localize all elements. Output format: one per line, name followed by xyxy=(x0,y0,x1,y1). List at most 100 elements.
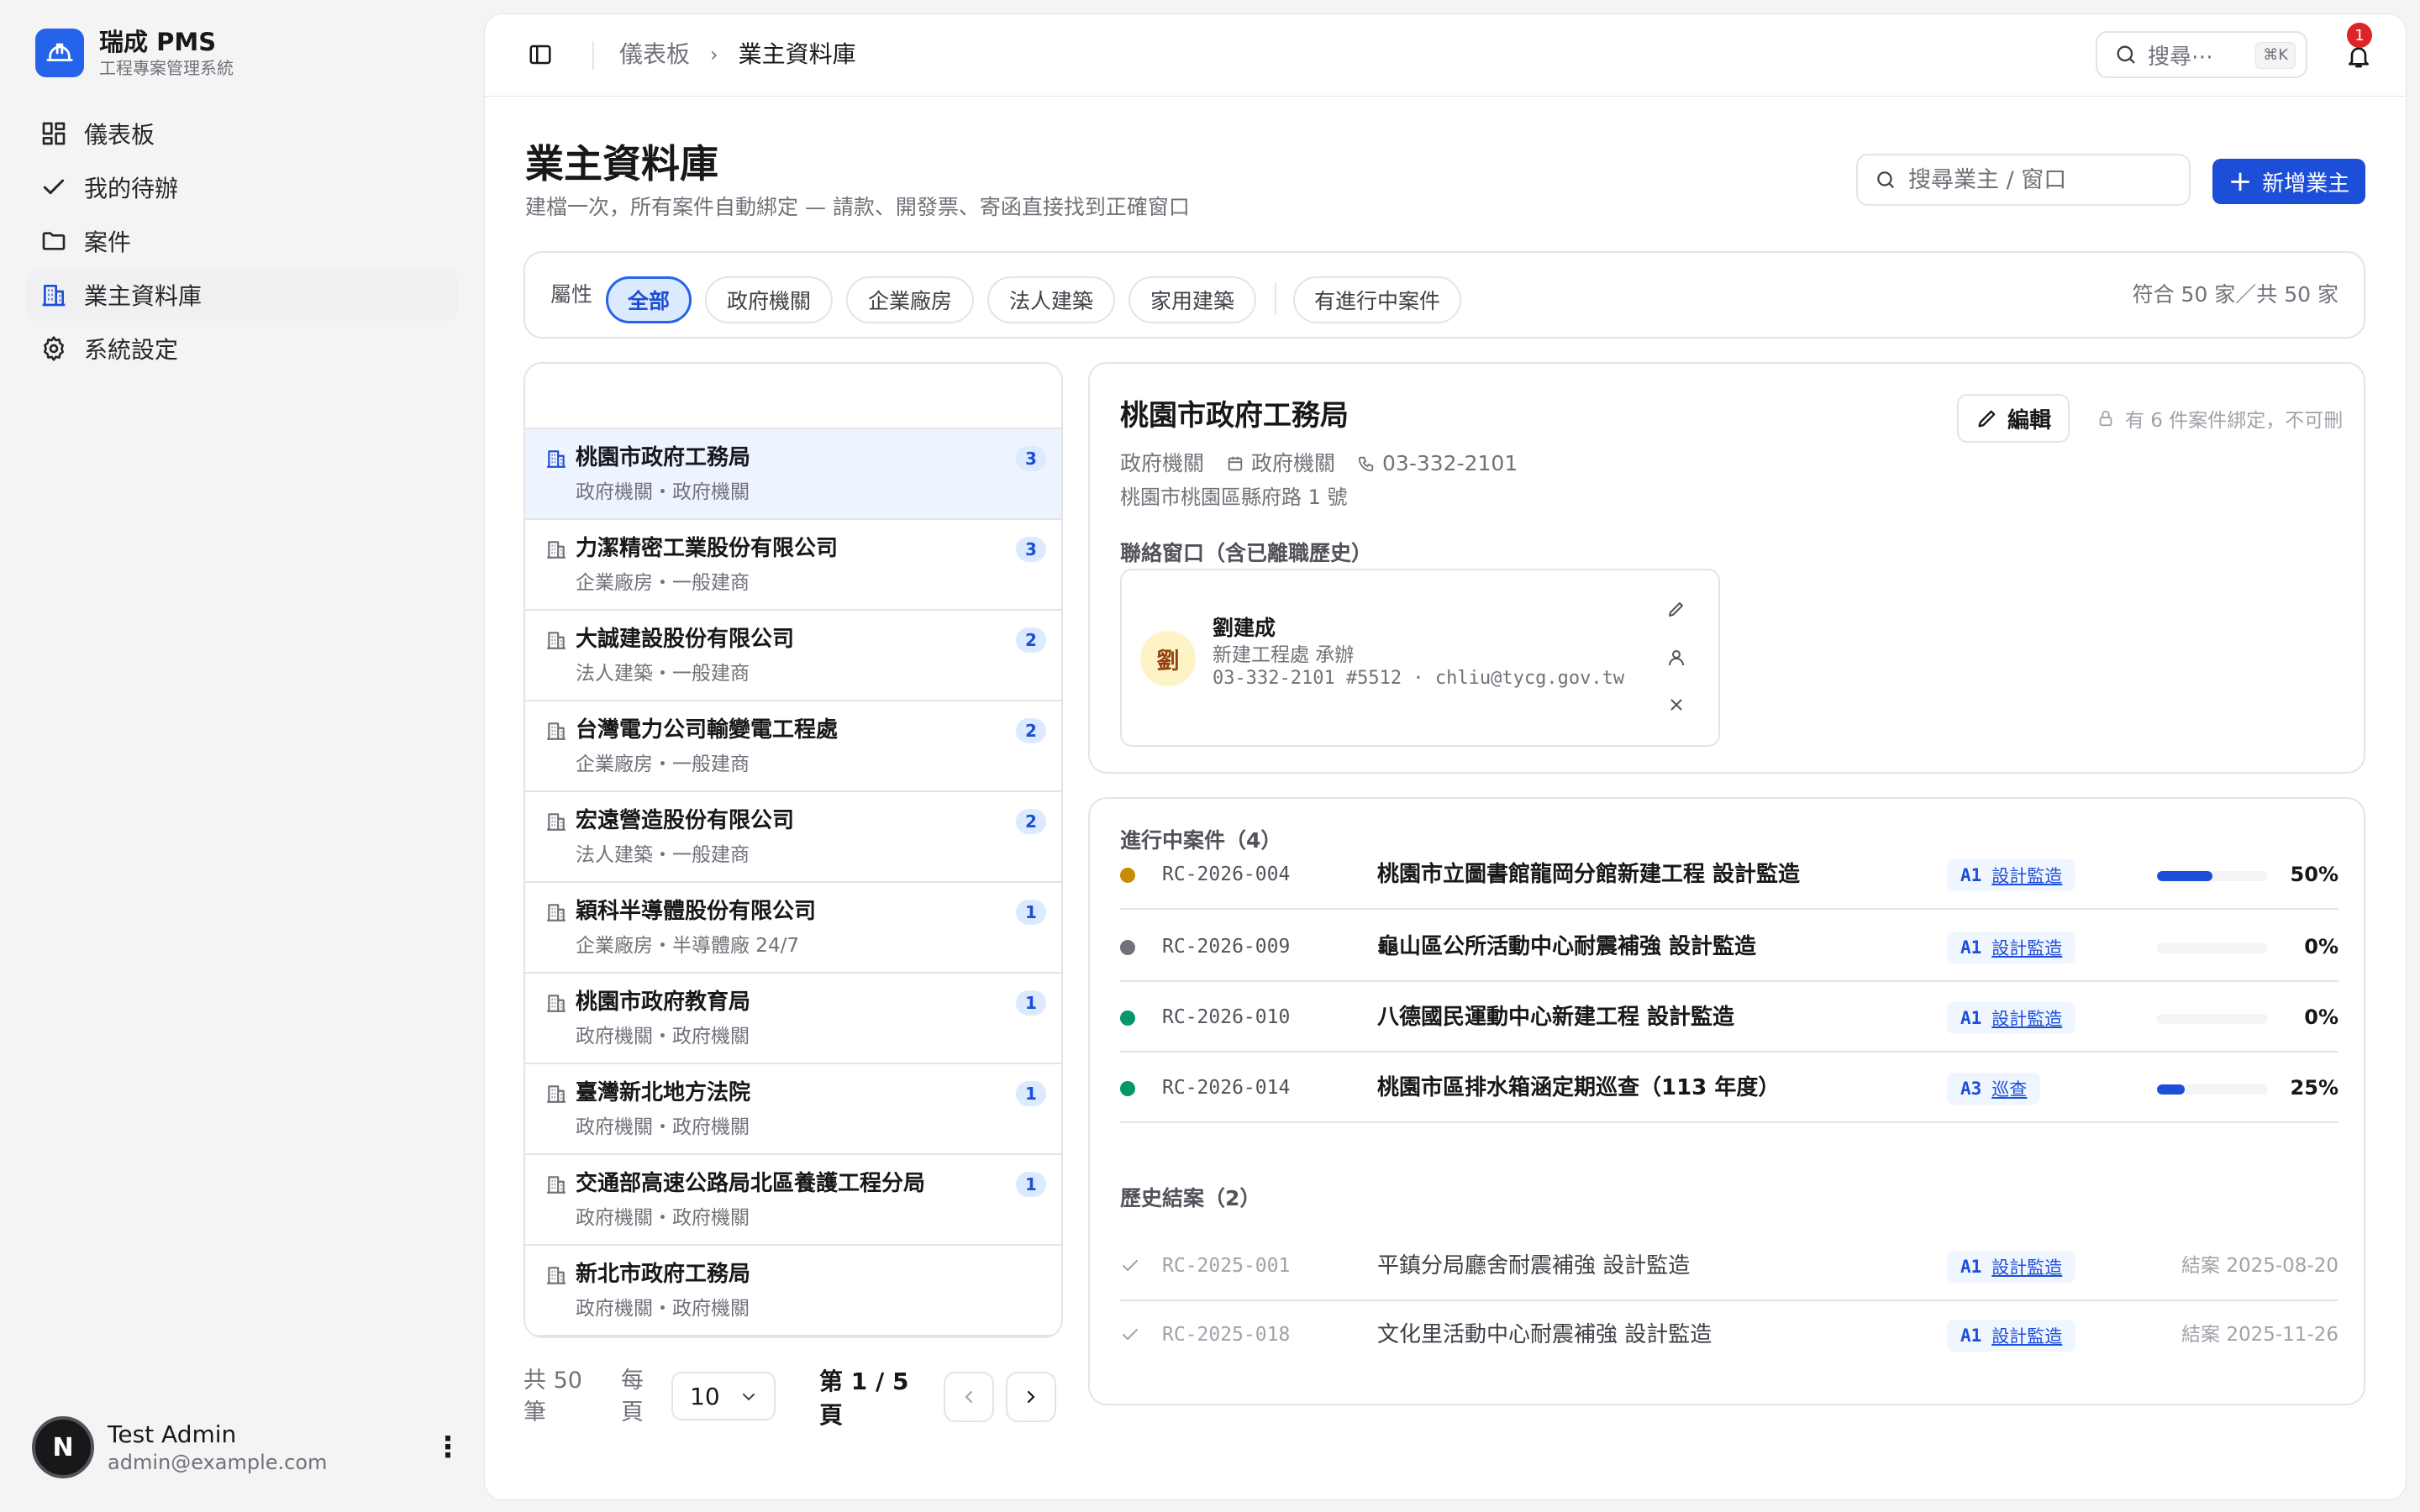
owner-address: 桃園市桃園區縣府路 1 號 xyxy=(1120,486,1348,509)
pencil-icon xyxy=(1669,602,1683,617)
user-icon xyxy=(1669,650,1684,666)
sidebar-item-dashboard[interactable]: 儀表板 xyxy=(27,108,457,160)
filter-chip-all[interactable]: 全部 xyxy=(606,276,692,323)
folder-icon xyxy=(42,232,66,250)
status-dot xyxy=(1120,1081,1135,1096)
case-count-badge: 1 xyxy=(1016,1081,1046,1106)
case-row[interactable]: RC-2026-004 桃園市立圖書館龍岡分館新建工程 設計監造 A1 設計監造 50% xyxy=(1120,839,2338,910)
breadcrumb-dashboard[interactable]: 儀表板 xyxy=(619,38,690,71)
sidebar-item-settings[interactable]: 系統設定 xyxy=(27,323,457,375)
filter-chip-residential[interactable]: 家用建築 xyxy=(1128,276,1256,323)
edit-contact-button[interactable] xyxy=(1661,594,1691,624)
case-type-tag[interactable]: A1 設計監造 xyxy=(1947,1320,2076,1352)
lock-note-text: 有 6 件案件綁定，不可刪 xyxy=(2125,410,2344,432)
case-name[interactable]: 八德國民運動中心新建工程 設計監造 xyxy=(1377,1000,1734,1034)
filter-chip-government[interactable]: 政府機關 xyxy=(705,276,833,323)
pager-total: 共 50 xyxy=(523,1368,582,1394)
case-type-code: A1 xyxy=(1960,1008,1982,1028)
filter-chip-corporate[interactable]: 法人建築 xyxy=(987,276,1115,323)
check-icon xyxy=(1123,1329,1138,1340)
brand[interactable]: 瑞成 PMS 工程專案管理系統 xyxy=(35,27,234,79)
filter-chip-active-cases[interactable]: 有進行中案件 xyxy=(1293,276,1461,323)
case-type-tag[interactable]: A1 設計監造 xyxy=(1947,932,2076,963)
case-code: RC-2025-001 xyxy=(1162,1255,1291,1277)
pencil-icon xyxy=(1978,410,1996,428)
contact-card: 劉 劉建成 新建工程處 承辦 03-332-2101 #5512 · chliu… xyxy=(1120,569,1720,747)
sidebar-item-owners[interactable]: 業主資料庫 xyxy=(27,269,457,321)
filter-label: 屬性 xyxy=(550,282,593,307)
sidebar-item-todo[interactable]: 我的待辦 xyxy=(27,161,457,213)
global-search-button[interactable]: 搜尋⋯ ⌘K xyxy=(2096,31,2307,78)
owner-list-item[interactable]: 台灣電力公司輸變電工程處 企業廠房・一般建商 2 xyxy=(525,701,1061,792)
owner-list-name: 新北市政府工務局 xyxy=(576,1262,751,1287)
next-page-button[interactable] xyxy=(1006,1372,1056,1422)
case-type-label: 設計監造 xyxy=(1991,866,2063,886)
case-count-badge: 2 xyxy=(1016,809,1046,834)
sidebar-item-label: 系統設定 xyxy=(84,336,179,364)
filter-chip-factory[interactable]: 企業廠房 xyxy=(846,276,974,323)
user-profile[interactable]: N Test Admin admin@example.com ⋮ xyxy=(32,1414,462,1481)
case-code: RC-2026-009 xyxy=(1162,936,1291,958)
history-case-row[interactable]: RC-2025-018 文化里活動中心耐震補強 設計監造 A1 設計監造 結案 2025… xyxy=(1120,1299,2338,1370)
contact-person-button[interactable] xyxy=(1661,643,1691,673)
gear-icon xyxy=(44,336,64,361)
calendar-icon xyxy=(1228,456,1243,471)
owner-list-item[interactable]: 大誠建設股份有限公司 法人建築・一般建商 2 xyxy=(525,611,1061,701)
pager-total-unit: 筆 xyxy=(523,1399,546,1425)
case-name[interactable]: 龜山區公所活動中心耐震補強 設計監造 xyxy=(1377,930,1756,963)
case-progress-fill xyxy=(2157,871,2212,881)
avatar: N xyxy=(32,1416,94,1478)
owner-list-item[interactable]: 臺灣新北地方法院 政府機關・政府機關 1 xyxy=(525,1064,1061,1155)
page-subtitle: 建檔一次，所有案件自動綁定 — 請款、開發票、寄函直接找到正確窗口 xyxy=(525,195,1190,219)
more-vertical-icon[interactable]: ⋮ xyxy=(434,1431,462,1464)
owner-list-item[interactable]: 穎科半導體股份有限公司 企業廠房・半導體廠 24/7 1 xyxy=(525,883,1061,974)
owner-list-item[interactable]: 宏遠營造股份有限公司 法人建築・一般建商 2 xyxy=(525,792,1061,883)
case-name[interactable]: 桃園市立圖書館龍岡分館新建工程 設計監造 xyxy=(1377,858,1800,891)
case-row[interactable]: RC-2026-009 龜山區公所活動中心耐震補強 設計監造 A1 設計監造 0% xyxy=(1120,911,2338,982)
list-header xyxy=(525,364,1061,429)
owner-list-item[interactable]: 桃園市政府教育局 政府機關・政府機關 1 xyxy=(525,974,1061,1064)
case-code: RC-2025-018 xyxy=(1162,1324,1291,1346)
sidebar-item-label: 儀表板 xyxy=(84,121,155,149)
page-size-select[interactable]: 10 xyxy=(671,1372,776,1420)
case-name[interactable]: 桃園市區排水箱涵定期巡查（113 年度） xyxy=(1377,1071,1780,1105)
owner-list-name: 桃園市政府教育局 xyxy=(576,990,751,1015)
case-type-tag[interactable]: A1 設計監造 xyxy=(1947,1002,2076,1034)
dashboard-icon xyxy=(42,122,66,145)
building-icon xyxy=(547,541,566,559)
building-icon xyxy=(42,285,66,307)
case-row[interactable]: RC-2026-010 八德國民運動中心新建工程 設計監造 A1 設計監造 0% xyxy=(1120,982,2338,1053)
owner-list-item[interactable]: 新北市政府工務局 政府機關・政府機關 xyxy=(525,1246,1061,1336)
owner-list-item[interactable]: 桃園市政府工務局 政府機關・政府機關 3 xyxy=(525,429,1061,520)
owner-search-input[interactable] xyxy=(1908,166,2177,193)
case-type-tag[interactable]: A1 設計監造 xyxy=(1947,1251,2076,1283)
building-icon xyxy=(547,995,566,1012)
prev-page-button[interactable] xyxy=(944,1372,994,1422)
edit-owner-button[interactable]: 編輯 xyxy=(1957,394,2070,443)
sidebar-item-label: 業主資料庫 xyxy=(84,282,203,310)
add-owner-button[interactable]: + 新增業主 xyxy=(2212,159,2365,204)
chevron-down-icon xyxy=(743,1394,755,1401)
owner-meta: 政府機關 政府機關 03-332-2101 xyxy=(1120,449,1539,478)
owner-list-item[interactable]: 力潔精密工業股份有限公司 企業廠房・一般建商 3 xyxy=(525,520,1061,611)
case-type-tag[interactable]: A1 設計監造 xyxy=(1947,859,2076,891)
case-type-tag[interactable]: A3 巡查 xyxy=(1947,1073,2041,1105)
sidebar-toggle-button[interactable] xyxy=(520,34,560,75)
remove-contact-button[interactable] xyxy=(1661,690,1691,720)
topbar: 儀表板 › 業主資料庫 搜尋⋯ ⌘K 1 xyxy=(485,14,2406,97)
owner-category: 政府機關 xyxy=(1251,451,1336,475)
brand-subtitle: 工程專案管理系統 xyxy=(99,58,234,78)
sidebar-item-cases[interactable]: 案件 xyxy=(27,215,457,267)
history-case-row[interactable]: RC-2025-001 平鎮分局廳舍耐震補強 設計監造 A1 設計監造 結案 2025-… xyxy=(1120,1231,2338,1301)
case-name[interactable]: 平鎮分局廳舍耐震補強 設計監造 xyxy=(1377,1249,1690,1283)
case-name[interactable]: 文化里活動中心耐震補強 設計監造 xyxy=(1377,1318,1712,1352)
owner-list-item[interactable]: 交通部高速公路局北區養護工程分局 政府機關・政府機關 1 xyxy=(525,1155,1061,1246)
case-progress-bar xyxy=(2157,871,2268,881)
contact-avatar: 劉 xyxy=(1140,631,1196,686)
case-row[interactable]: RC-2026-014 桃園市區排水箱涵定期巡查（113 年度） A3 巡查 25% xyxy=(1120,1053,2338,1123)
filter-result-count: 符合 50 家／共 50 家 xyxy=(2132,282,2338,307)
owner-search-field[interactable] xyxy=(1856,154,2191,206)
breadcrumb-current: 業主資料庫 xyxy=(738,40,856,68)
status-dot xyxy=(1120,940,1135,955)
chevron-right-icon: › xyxy=(710,43,718,66)
